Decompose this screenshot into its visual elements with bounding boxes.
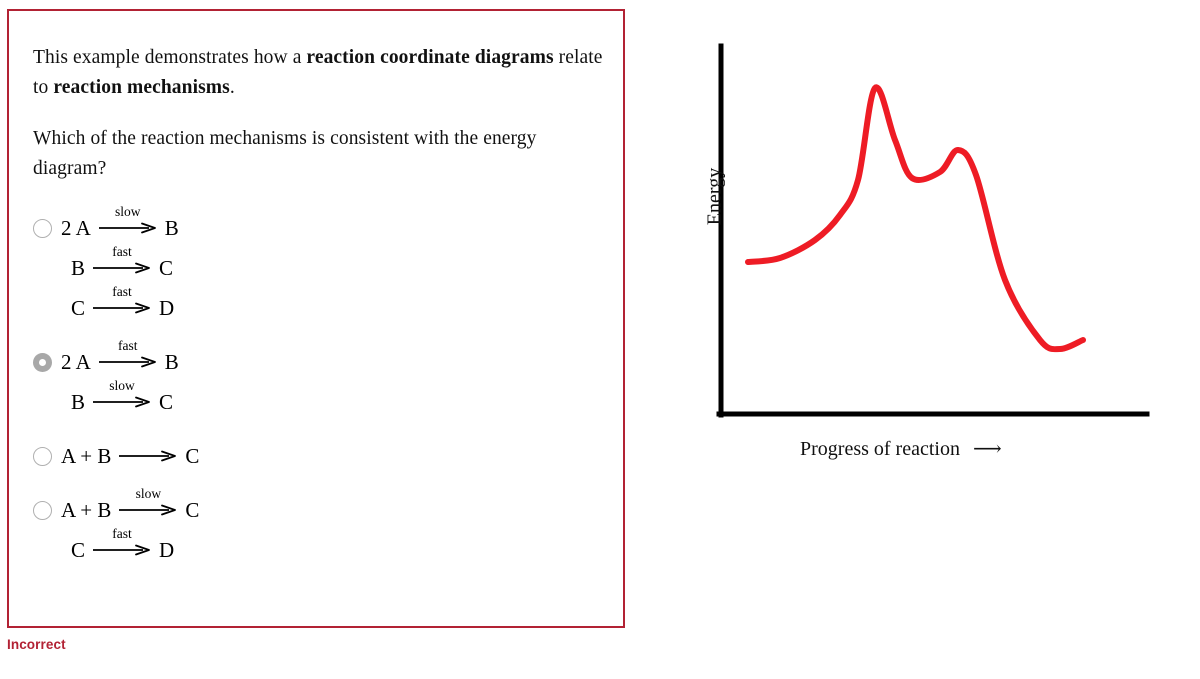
prompt-emphasis: reaction coordinate diagrams (306, 47, 554, 68)
status-incorrect: Incorrect (7, 637, 66, 652)
energy-curve (745, 84, 1086, 353)
step-rate-label: slow (109, 378, 135, 393)
option-row[interactable]: 2 A slow B Bfast C Cfast D (33, 201, 613, 321)
mechanism-steps: 2 A fast B Bslow C (61, 335, 613, 415)
mechanism-step: Bslow C (61, 375, 613, 415)
reaction-arrow-icon (93, 544, 150, 556)
step-products: B (164, 350, 179, 374)
mechanism-step: A + B C (61, 429, 613, 469)
energy-diagram: Energy Progress of reaction ⟶ (640, 0, 1200, 500)
step-reactants: B (71, 390, 86, 414)
prompt-question: Which of the reaction mechanisms is cons… (33, 128, 537, 179)
prompt-intro: This example demonstrates how a reaction… (33, 43, 603, 103)
step-reactants: A + B (61, 444, 112, 468)
reaction-arrow-icon (93, 262, 150, 274)
step-reactants: C (71, 296, 86, 320)
x-axis-arrow-icon: ⟶ (972, 438, 1002, 460)
step-reactants: C (71, 538, 86, 562)
step-reactants: B (71, 256, 86, 280)
option-row[interactable]: 2 A fast B Bslow C (33, 335, 613, 415)
question-panel: This example demonstrates how a reaction… (7, 9, 625, 628)
step-arrow-group: fast (91, 527, 153, 563)
mechanism-step: Bfast C (61, 241, 613, 281)
option-row[interactable]: A + B slow C Cfast D (33, 483, 613, 563)
mechanism-steps: A + B C (61, 429, 613, 469)
radio-option-4[interactable] (33, 501, 52, 520)
reaction-arrow-icon (98, 356, 156, 368)
step-products: C (159, 390, 174, 414)
mechanism-step: A + B slow C (61, 483, 613, 523)
y-axis-label: Energy (703, 167, 726, 226)
reaction-arrow-icon (119, 504, 177, 516)
radio-option-1[interactable] (33, 219, 52, 238)
step-products: D (159, 538, 175, 562)
step-rate-label: fast (118, 338, 138, 353)
step-reactants: 2 A (61, 350, 91, 374)
prompt-emphasis: reaction mechanisms (53, 77, 230, 98)
reaction-arrow-icon (93, 302, 150, 314)
step-products: B (164, 216, 179, 240)
reaction-arrow-icon (119, 450, 177, 462)
step-arrow-group: slow (97, 205, 159, 241)
step-arrow-group: fast (97, 339, 159, 375)
mechanism-steps: 2 A slow B Bfast C Cfast D (61, 201, 613, 321)
step-arrow-group: fast (91, 285, 153, 321)
x-axis-label: Progress of reaction ⟶ (800, 436, 1002, 461)
mechanism-step: 2 A slow B (61, 201, 613, 241)
step-rate-label: slow (135, 486, 162, 501)
step-reactants: 2 A (61, 216, 91, 240)
mechanism-step: Cfast D (61, 523, 613, 563)
reaction-arrow-icon (93, 396, 150, 408)
mechanism-step: Cfast D (61, 281, 613, 321)
step-products: C (185, 444, 200, 468)
step-arrow-group: slow (91, 379, 153, 415)
step-rate-label: slow (115, 204, 141, 219)
step-arrow-group (117, 445, 179, 469)
prompt-text: This example demonstrates how a (33, 47, 307, 68)
mechanism-steps: A + B slow C Cfast D (61, 483, 613, 563)
step-products: C (185, 498, 200, 522)
step-products: C (159, 256, 174, 280)
step-reactants: A + B (61, 498, 112, 522)
step-arrow-group: fast (91, 245, 153, 281)
step-rate-label: fast (112, 284, 132, 299)
radio-option-3[interactable] (33, 447, 52, 466)
x-axis-label-text: Progress of reaction (800, 438, 960, 460)
prompt-text: . (229, 77, 235, 98)
step-products: D (159, 296, 175, 320)
reaction-arrow-icon (98, 222, 156, 234)
options-list: 2 Aslow B Bfast C Cfast D 2 Afast B Bslow C A + BC… (33, 201, 613, 577)
step-rate-label: fast (112, 526, 132, 541)
option-row[interactable]: A + B C (33, 429, 613, 469)
radio-option-2[interactable] (33, 353, 52, 372)
reaction-coordinate-chart (716, 43, 1150, 418)
mechanism-step: 2 A fast B (61, 335, 613, 375)
step-arrow-group: slow (117, 487, 179, 523)
step-rate-label: fast (112, 244, 132, 259)
